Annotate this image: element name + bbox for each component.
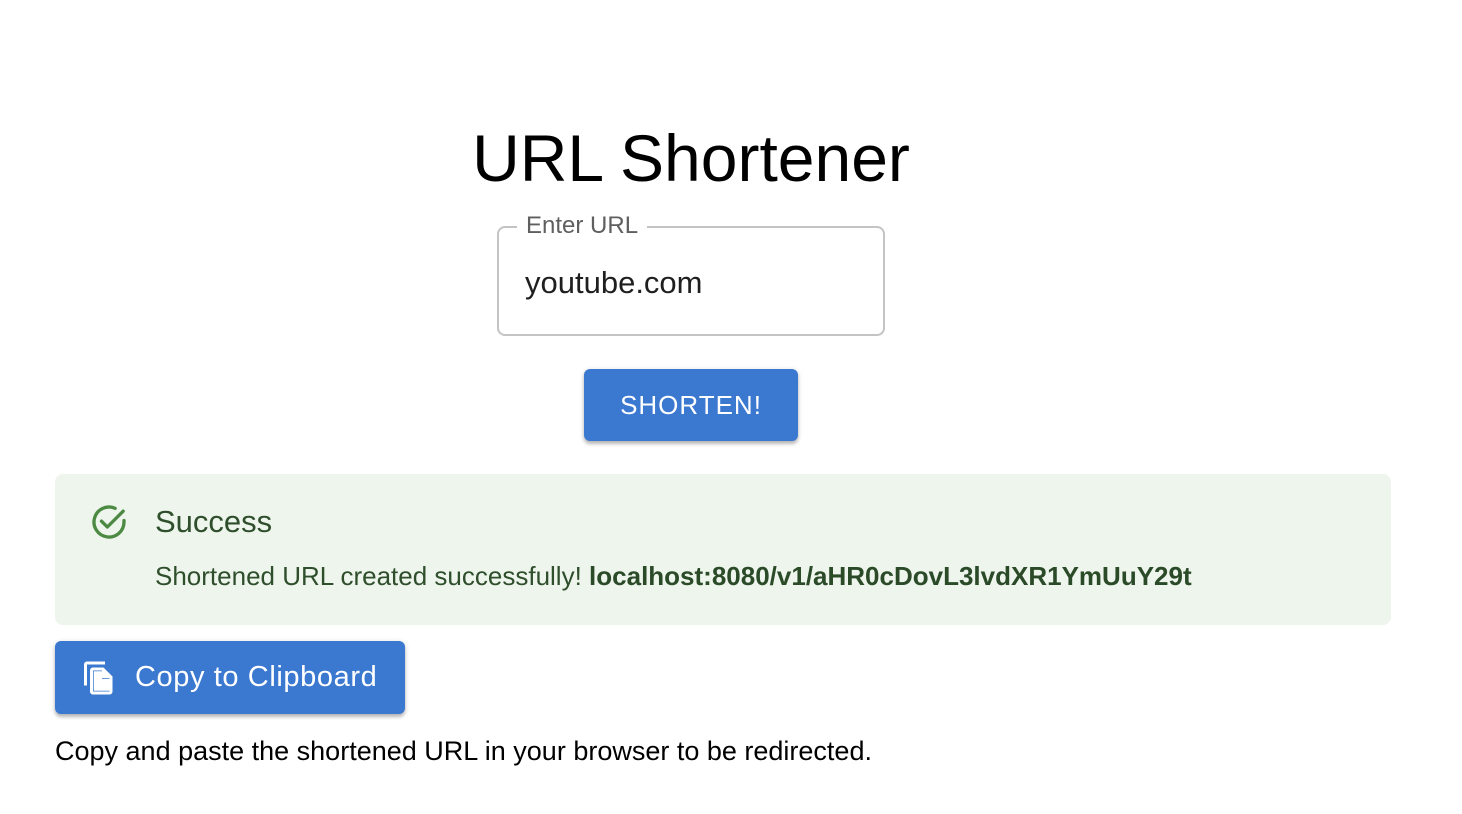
url-input[interactable]	[525, 264, 865, 302]
url-field[interactable]: Enter URL	[497, 212, 885, 336]
shorten-button[interactable]: SHORTEN!	[584, 369, 798, 441]
copy-to-clipboard-button[interactable]: Copy to Clipboard	[55, 641, 405, 714]
copy-icon	[84, 661, 113, 695]
instructions-text: Copy and paste the shortened URL in your…	[55, 736, 872, 766]
success-alert: Success Shortened URL created successful…	[55, 474, 1391, 625]
alert-message: Shortened URL created successfully! loca…	[155, 560, 1192, 592]
copy-button-label: Copy to Clipboard	[135, 661, 378, 693]
url-field-label: Enter URL	[517, 212, 648, 240]
short-url: localhost:8080/v1/aHR0cDovL3lvdXR1YmUuY2…	[589, 561, 1192, 591]
page-title: URL Shortener	[472, 121, 910, 195]
check-circle-icon	[92, 505, 126, 539]
alert-title: Success	[155, 504, 273, 539]
page: URL Shortener Enter URL SHORTEN! Success…	[0, 0, 1462, 814]
alert-message-text: Shortened URL created successfully!	[155, 561, 582, 591]
